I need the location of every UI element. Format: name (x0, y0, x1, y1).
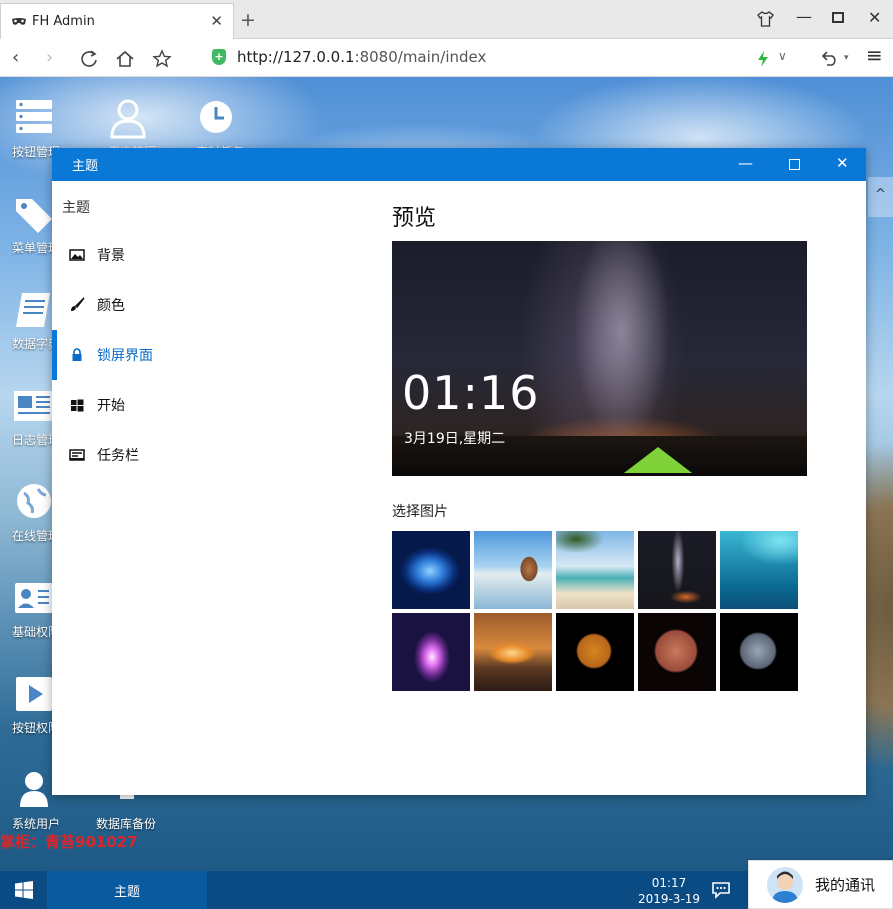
avatar (767, 866, 803, 903)
windows-logo-icon (14, 881, 33, 899)
url-field[interactable]: http://127.0.0.1:8080/main/index (237, 48, 486, 66)
new-tab-icon[interactable]: + (240, 11, 256, 30)
thumbnail-grey-planet[interactable] (720, 613, 798, 691)
minimize-icon[interactable]: — (796, 7, 812, 26)
brush-icon (71, 297, 85, 311)
message-icon[interactable] (711, 881, 731, 899)
theme-window: 主题 — ✕ 主题 背景 颜色 锁屏界面 开始 任务栏 预览 01:16 3月1… (52, 148, 866, 795)
thumbnail-orange-planet[interactable] (556, 613, 634, 691)
sidebar-item-start[interactable]: 开始 (52, 380, 382, 430)
scroll-up-icon[interactable]: ^ (868, 177, 893, 217)
close-tab-icon[interactable]: ✕ (210, 12, 223, 30)
book-icon (16, 293, 50, 327)
theme-main-panel: 预览 01:16 3月19日,星期二 选择图片 (392, 181, 866, 795)
window-close-icon[interactable]: ✕ (836, 154, 849, 172)
shirt-icon[interactable] (757, 11, 774, 27)
server-icon (16, 100, 52, 133)
close-window-icon[interactable]: ✕ (868, 8, 881, 27)
im-chat-widget[interactable]: 我的通讯 (748, 860, 893, 909)
chevron-down-icon[interactable]: ∨ (778, 49, 787, 63)
window-titlebar[interactable]: 主题 — ✕ (52, 148, 866, 181)
home-icon[interactable] (115, 49, 135, 69)
thumbnail-windows-blue[interactable] (392, 531, 470, 609)
sidebar-heading: 主题 (62, 200, 90, 216)
shop-watermark: 掌柜：青苔901027 (0, 833, 138, 851)
thumbnail-sunset-sea[interactable] (474, 613, 552, 691)
tag-icon (16, 199, 52, 233)
thumbnail-rock-beach[interactable] (474, 531, 552, 609)
newspaper-icon (14, 391, 54, 421)
lock-icon (72, 348, 82, 361)
preview-title: 预览 (392, 206, 437, 231)
picture-grid (392, 531, 802, 691)
window-title: 主题 (72, 159, 99, 174)
window-maximize-icon[interactable] (789, 159, 800, 170)
thumbnail-milky-way[interactable] (638, 531, 716, 609)
window-minimize-icon[interactable]: — (738, 154, 753, 172)
sidebar-item-lockscreen[interactable]: 锁屏界面 (52, 330, 382, 380)
user-icon (110, 99, 146, 139)
forward-icon[interactable]: › (46, 47, 53, 68)
preview-time: 01:16 (402, 366, 540, 420)
im-label: 我的通讯 (815, 876, 876, 894)
maximize-icon[interactable] (832, 12, 844, 23)
clock-icon (200, 101, 232, 133)
sidebar-item-taskbar[interactable]: 任务栏 (52, 430, 382, 480)
thumbnail-purple-aurora[interactable] (392, 613, 470, 691)
browser-tab[interactable]: FH Admin ✕ (0, 3, 234, 39)
lockscreen-preview: 01:16 3月19日,星期二 (392, 241, 807, 476)
thumbnail-underwater[interactable] (720, 531, 798, 609)
refresh-icon[interactable] (79, 49, 99, 69)
back-icon[interactable]: ‹ (12, 47, 19, 68)
tent-shape (624, 447, 692, 473)
address-bar: ‹ › + http://127.0.0.1:8080/main/index ∨… (0, 39, 893, 77)
sidebar-item-color[interactable]: 颜色 (52, 280, 382, 330)
clock-date: 2019-3-19 (637, 892, 701, 906)
taskbar-icon (69, 449, 85, 461)
person-icon (20, 772, 48, 807)
undo-menu-icon[interactable]: ▾ (844, 53, 849, 63)
taskbar-theme-button[interactable]: 主题 (47, 871, 207, 909)
tab-title: FH Admin (32, 14, 95, 29)
undo-icon[interactable] (820, 50, 840, 66)
id-card-icon (15, 583, 53, 613)
start-button[interactable] (0, 871, 47, 909)
star-icon[interactable] (152, 49, 172, 69)
thumbnail-palm-beach[interactable] (556, 531, 634, 609)
preview-date: 3月19日,星期二 (404, 431, 506, 447)
image-icon (69, 249, 85, 261)
thumbnail-red-planet[interactable] (638, 613, 716, 691)
clock-time: 01:17 (651, 876, 687, 890)
windows-icon (71, 399, 84, 412)
choose-picture-label: 选择图片 (392, 504, 448, 520)
sidebar-item-background[interactable]: 背景 (52, 230, 382, 280)
secure-shield-icon: + (212, 49, 226, 65)
taskbar-clock[interactable]: 01:17 2019-3-19 (630, 875, 708, 907)
globe-icon (17, 484, 51, 518)
theme-sidebar: 主题 背景 颜色 锁屏界面 开始 任务栏 (52, 181, 382, 795)
menu-icon[interactable]: ≡ (866, 43, 883, 67)
browser-tab-bar: FH Admin ✕ + — ✕ (0, 0, 893, 39)
play-icon (16, 677, 52, 711)
lightning-icon[interactable] (757, 51, 769, 67)
mask-icon (12, 17, 26, 25)
